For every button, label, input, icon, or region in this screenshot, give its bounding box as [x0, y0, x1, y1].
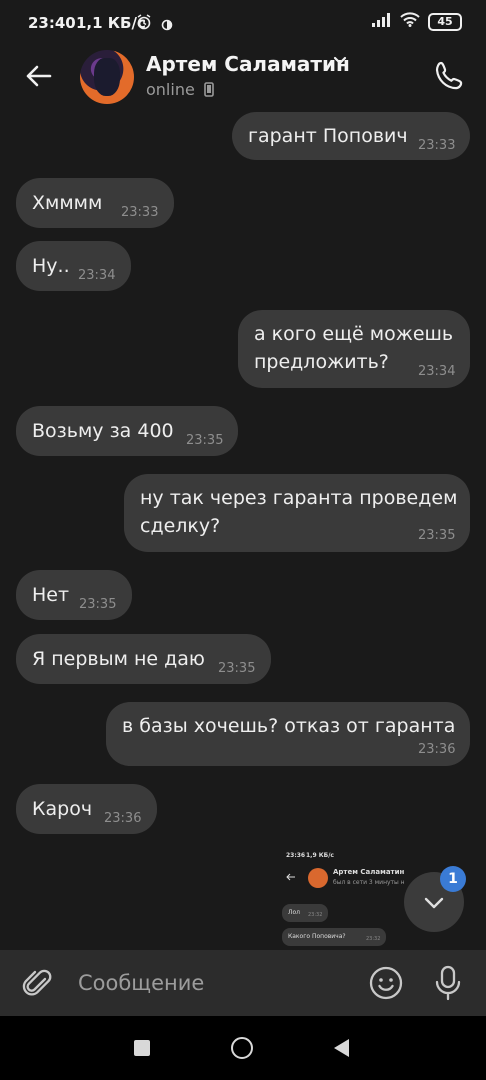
- message-text: сделку?: [140, 515, 221, 537]
- message-text: ну так через гаранта проведем: [140, 487, 458, 509]
- chat-header: Артем Саламатин online: [0, 44, 486, 110]
- preview-back-icon: [286, 873, 295, 881]
- message-time: 23:36: [104, 811, 142, 826]
- preview-msg-time: 23:32: [308, 912, 323, 918]
- battery-icon: 45: [428, 12, 462, 31]
- message-text: Нет: [32, 584, 70, 606]
- recents-square-icon[interactable]: [134, 1040, 150, 1056]
- preview-msg: Какого Поповича?: [288, 933, 346, 940]
- message-time: 23:33: [121, 205, 159, 220]
- signal-icon: [372, 12, 392, 31]
- preview-msg-time: 23:32: [366, 936, 381, 942]
- back-button[interactable]: [22, 59, 56, 93]
- message-time: 23:35: [418, 528, 456, 543]
- message-bubble-incoming[interactable]: Нет 23:35: [16, 570, 132, 620]
- message-bubble-incoming[interactable]: Кароч 23:36: [16, 784, 157, 834]
- message-time: 23:34: [418, 364, 456, 379]
- message-input[interactable]: [66, 964, 370, 1002]
- avatar[interactable]: [80, 50, 134, 104]
- message-text: Возьму за 400: [32, 420, 174, 442]
- message-time: 23:35: [79, 597, 117, 612]
- alarm-icon: [136, 14, 152, 34]
- message-composer: [0, 950, 486, 1016]
- chevron-down-icon[interactable]: [333, 56, 347, 66]
- message-bubble-incoming[interactable]: Хмммм 23:33: [16, 178, 174, 228]
- smile-icon: [369, 966, 403, 1000]
- message-bubble-outgoing[interactable]: ну так через гаранта проведем сделку? 23…: [124, 474, 470, 552]
- message-text: Кароч: [32, 798, 93, 820]
- arrow-left-icon: [26, 65, 52, 87]
- message-bubble-outgoing[interactable]: а кого ещё можешь предложить? 23:34: [238, 310, 470, 388]
- preview-status: был в сети 3 минуты н: [333, 879, 405, 886]
- preview-avatar: [308, 868, 328, 888]
- paperclip-icon: [22, 969, 52, 996]
- microphone-icon: [435, 965, 461, 1001]
- message-text: Ну..: [32, 255, 70, 277]
- home-circle-icon[interactable]: [231, 1037, 253, 1059]
- status-bar: 23:40 1,1 КБ/с 45: [0, 0, 486, 44]
- preview-bubble: Какого Поповича? 23:32: [282, 928, 386, 946]
- status-text: online: [146, 80, 195, 99]
- message-text: в базы хочешь? отказ от гаранта: [122, 715, 456, 737]
- call-button[interactable]: [432, 58, 468, 94]
- message-bubble-outgoing[interactable]: в базы хочешь? отказ от гаранта 23:36: [106, 702, 470, 766]
- data-saver-icon: [161, 16, 173, 35]
- message-text: предложить?: [254, 351, 389, 373]
- message-text: гарант Попович: [248, 125, 408, 147]
- back-triangle-icon[interactable]: [334, 1039, 349, 1057]
- message-bubble-incoming[interactable]: Возьму за 400 23:35: [16, 406, 238, 456]
- status-time: 23:40: [28, 14, 76, 32]
- contact-status: online: [146, 80, 214, 99]
- voice-button[interactable]: [430, 963, 466, 1003]
- message-time: 23:35: [218, 661, 256, 676]
- preview-speed: 1,9 КБ/с: [306, 852, 334, 859]
- emoji-button[interactable]: [368, 965, 404, 1001]
- message-time: 23:34: [78, 268, 116, 283]
- message-time: 23:35: [186, 433, 224, 448]
- phone-icon: [435, 61, 463, 90]
- contact-name[interactable]: Артем Саламатин: [146, 52, 350, 76]
- preview-name: Артем Саламатин: [333, 868, 405, 876]
- wifi-icon: [400, 12, 420, 31]
- message-text: Хмммм: [32, 192, 103, 214]
- mobile-icon: [204, 82, 214, 97]
- message-time: 23:33: [418, 138, 456, 153]
- message-bubble-outgoing[interactable]: гарант Попович 23:33: [232, 112, 470, 160]
- message-text: Я первым не даю: [32, 648, 205, 670]
- message-text: а кого ещё можешь: [254, 323, 454, 345]
- message-time: 23:36: [418, 742, 456, 757]
- message-bubble-incoming[interactable]: Я первым не даю 23:35: [16, 634, 271, 684]
- attach-button[interactable]: [20, 965, 56, 1001]
- unread-badge: 1: [440, 866, 466, 892]
- preview-time: 23:36: [286, 852, 306, 859]
- screenshot-preview[interactable]: 23:36 1,9 КБ/с Артем Саламатин был в сет…: [282, 848, 420, 948]
- preview-msg: Лол: [288, 909, 301, 916]
- preview-bubble: Лол 23:32: [282, 904, 328, 922]
- navigation-bar: [0, 1016, 486, 1080]
- message-bubble-incoming[interactable]: Ну.. 23:34: [16, 241, 131, 291]
